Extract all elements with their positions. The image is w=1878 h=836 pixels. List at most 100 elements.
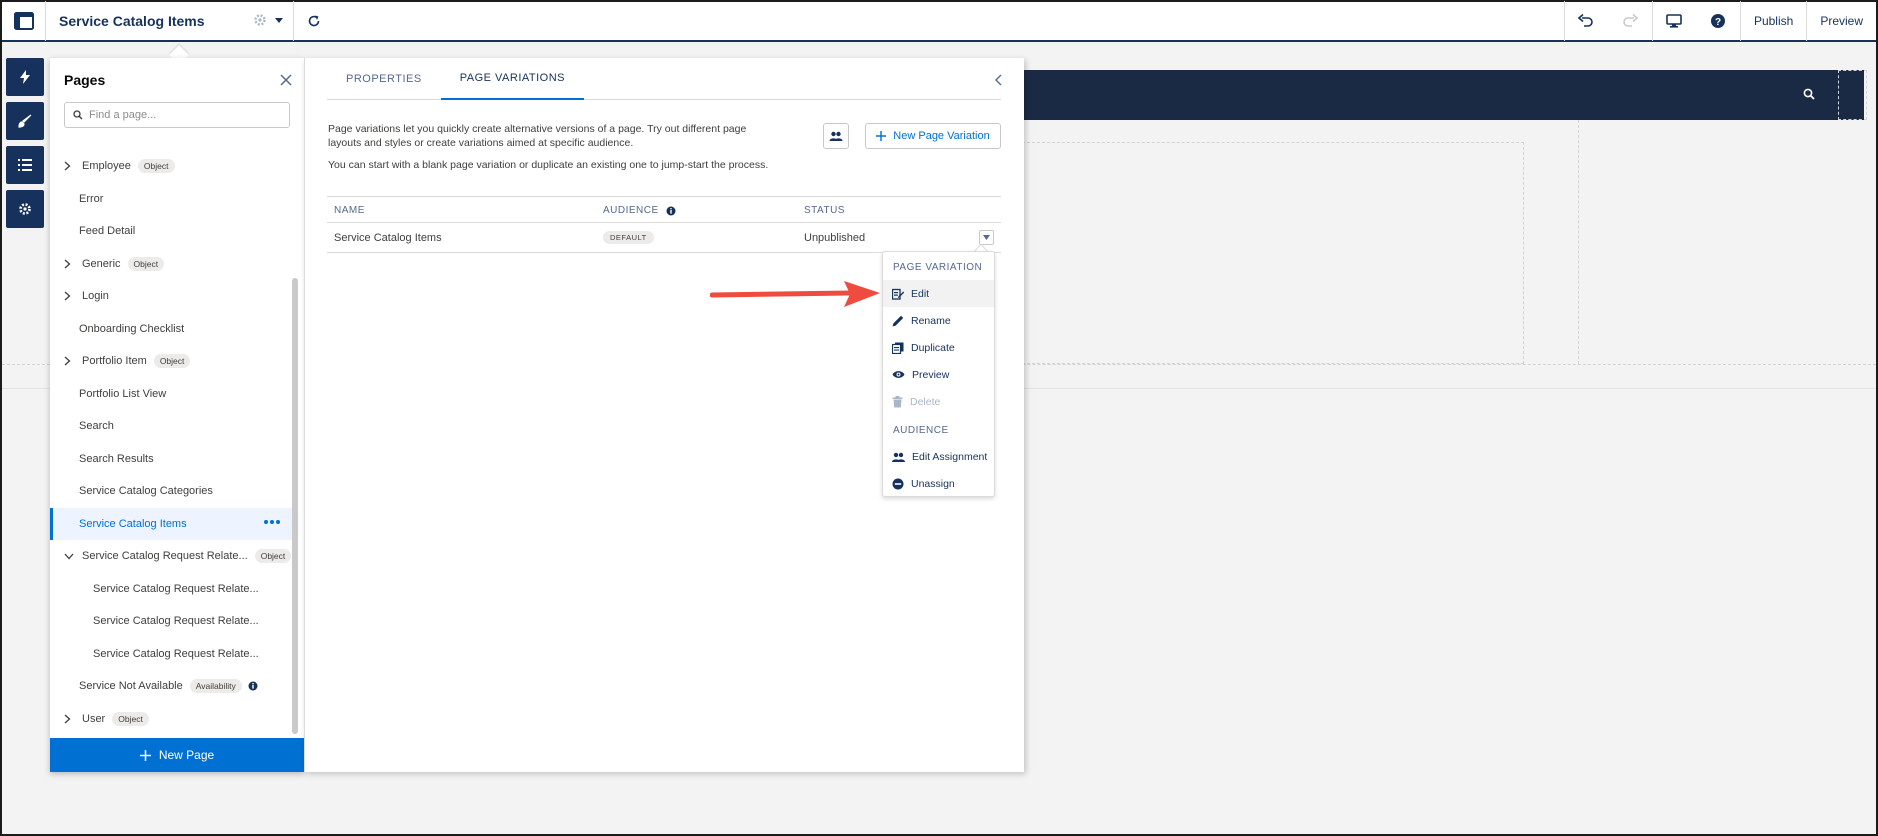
list-item[interactable]: Service Not Available Availability (50, 670, 294, 703)
search-input[interactable] (89, 109, 279, 121)
list-icon[interactable] (6, 146, 44, 184)
variations-description-secondary: You can start with a blank page variatio… (328, 159, 769, 171)
left-rail (6, 58, 44, 234)
list-item-selected[interactable]: Service Catalog Items (50, 507, 294, 540)
variation-name: Service Catalog Items (334, 232, 442, 244)
list-item[interactable]: Search Results (50, 443, 294, 476)
list-item-label: Error (79, 192, 104, 205)
scrollbar[interactable] (292, 278, 298, 734)
layout-icon[interactable] (2, 1, 46, 41)
menu-item-unassign[interactable]: Unassign (883, 470, 994, 497)
chevron-right-icon[interactable] (64, 161, 78, 171)
lightning-icon[interactable] (6, 58, 44, 96)
page-search-field[interactable] (64, 102, 290, 128)
object-badge: Object (112, 711, 149, 726)
menu-item-label: Unassign (911, 477, 955, 490)
menu-item-label: Duplicate (911, 341, 955, 354)
redo-icon[interactable] (1608, 1, 1652, 41)
list-item[interactable]: Feed Detail (50, 215, 294, 248)
menu-item-duplicate[interactable]: Duplicate (883, 334, 994, 361)
list-item-label: Service Catalog Items (79, 517, 187, 530)
object-badge: Object (137, 159, 175, 174)
menu-item-delete[interactable]: Delete (883, 388, 994, 415)
settings-gear-icon[interactable] (6, 190, 44, 228)
list-item-label: Service Catalog Categories (79, 485, 213, 498)
variations-description: Page variations let you quickly create a… (328, 123, 747, 149)
chevron-right-icon[interactable] (64, 356, 78, 366)
list-item[interactable]: Employee Object (50, 150, 294, 183)
edit-icon (892, 288, 904, 300)
menu-item-label: Rename (911, 314, 951, 327)
pages-list: Employee Object Error Feed Detail Generi… (50, 150, 294, 734)
more-options-icon[interactable] (264, 519, 280, 524)
pencil-icon (892, 315, 904, 326)
list-item[interactable]: Generic Object (50, 248, 294, 281)
column-header-name: NAME (334, 205, 365, 216)
plus-icon (139, 749, 151, 761)
list-item[interactable]: Onboarding Checklist (50, 313, 294, 346)
object-badge: Object (127, 256, 165, 271)
menu-item-edit-assignment[interactable]: Edit Assignment (883, 443, 994, 470)
object-badge: Object (153, 354, 191, 369)
gear-icon[interactable] (253, 13, 267, 27)
chevron-right-icon[interactable] (64, 714, 78, 724)
list-item[interactable]: Login (50, 280, 294, 313)
list-item[interactable]: Error (50, 183, 294, 216)
chevron-down-icon[interactable] (64, 553, 78, 560)
list-item[interactable]: Portfolio List View (50, 378, 294, 411)
publish-button[interactable]: Publish (1739, 1, 1806, 41)
chevron-right-icon[interactable] (64, 259, 78, 269)
desktop-icon[interactable] (1651, 1, 1696, 41)
list-item-label: Service Catalog Request Relate... (93, 615, 259, 628)
variations-table: NAME AUDIENCE STATUS Service Catalog Ite… (327, 196, 1001, 253)
list-item-label: Portfolio List View (79, 387, 167, 400)
list-item[interactable]: Service Catalog Request Relate... (50, 605, 294, 638)
preview-button[interactable]: Preview (1806, 1, 1876, 41)
new-page-variation-button[interactable]: New Page Variation (865, 123, 1001, 149)
pages-title: Pages (64, 72, 106, 88)
tab-page-variations[interactable]: PAGE VARIATIONS (440, 58, 585, 100)
list-item[interactable]: User Object (50, 703, 294, 735)
variation-status: Unpublished (804, 232, 866, 244)
info-icon[interactable] (666, 206, 676, 216)
menu-section-page-variation: PAGE VARIATION (893, 261, 983, 273)
row-actions-menu: PAGE VARIATION Edit Rename Duplicate Pre… (882, 251, 995, 497)
help-icon[interactable]: ? (1696, 1, 1740, 41)
list-item[interactable]: Service Catalog Request Relate... (50, 638, 294, 671)
menu-item-preview[interactable]: Preview (883, 361, 994, 388)
list-item[interactable]: Portfolio Item Object (50, 345, 294, 378)
row-actions-button[interactable] (979, 230, 994, 245)
menu-item-rename[interactable]: Rename (883, 307, 994, 334)
info-icon[interactable] (248, 681, 258, 691)
eye-icon (892, 371, 905, 378)
list-item-label: Login (82, 290, 109, 303)
trash-icon (892, 395, 903, 407)
column-header-audience-label: AUDIENCE (603, 205, 659, 216)
new-page-button[interactable]: New Page (50, 738, 304, 772)
close-icon[interactable] (280, 74, 292, 86)
new-page-label: New Page (158, 748, 215, 762)
preview-content-region (1022, 142, 1524, 364)
top-bar: Service Catalog Items ? Publish Preview (2, 1, 1876, 42)
table-header: NAME AUDIENCE STATUS (327, 196, 1001, 223)
chevron-right-icon[interactable] (64, 291, 78, 301)
list-item[interactable]: Service Catalog Categories (50, 475, 294, 508)
list-item[interactable]: Service Catalog Request Relate... (50, 573, 294, 606)
list-item-label: Search Results (79, 452, 154, 465)
undo-icon[interactable] (1563, 1, 1608, 41)
tab-properties[interactable]: PROPERTIES (327, 58, 441, 100)
menu-item-edit[interactable]: Edit (883, 280, 994, 307)
list-item-label: Feed Detail (79, 225, 136, 238)
audience-button[interactable] (823, 123, 849, 149)
brush-icon[interactable] (6, 102, 44, 140)
list-item[interactable]: Service Catalog Request Relate... Object (50, 540, 294, 573)
divider (1578, 120, 1579, 364)
page-selector[interactable]: Service Catalog Items (46, 1, 294, 41)
refresh-icon[interactable] (294, 1, 334, 41)
page-title: Service Catalog Items (59, 13, 205, 29)
column-header-audience: AUDIENCE (603, 205, 676, 216)
chevron-left-icon[interactable] (994, 74, 1002, 86)
list-item[interactable]: Search (50, 410, 294, 443)
chevron-down-icon[interactable] (275, 18, 283, 23)
menu-item-label: Delete (910, 395, 941, 408)
